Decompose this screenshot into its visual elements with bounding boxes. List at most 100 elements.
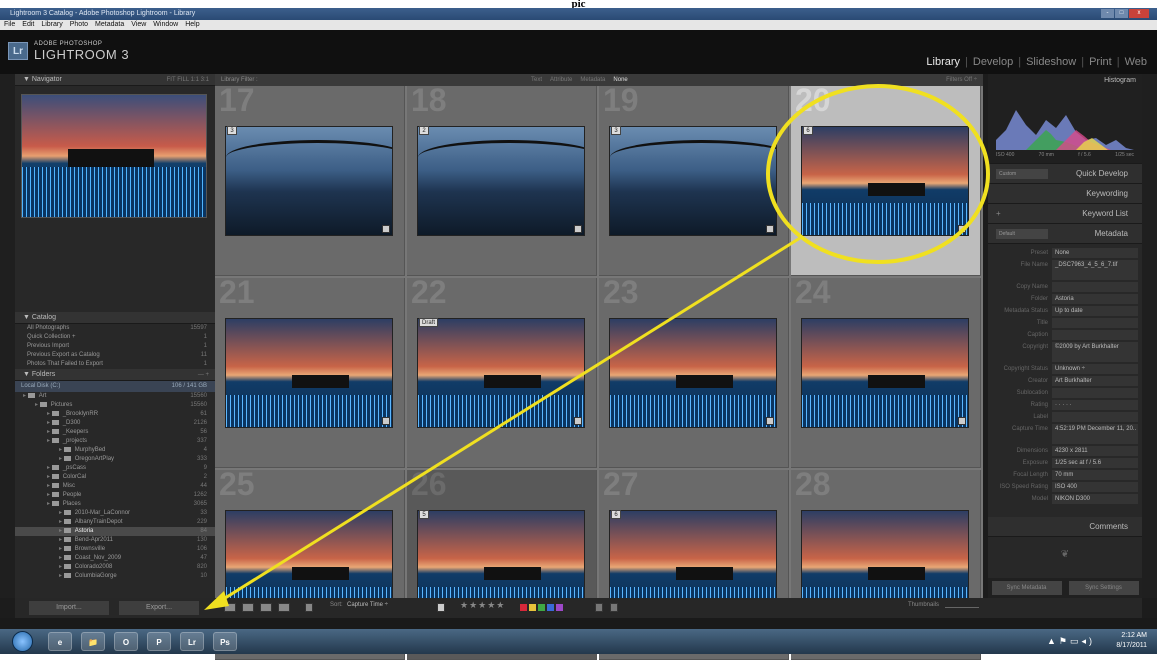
menu-view[interactable]: View	[131, 20, 146, 30]
taskbar-app-button[interactable]: e	[48, 632, 72, 651]
filters-off-select[interactable]: Filters Off ÷	[946, 74, 977, 86]
metadata-value[interactable]: 70 mm	[1052, 470, 1138, 480]
add-keyword-icon[interactable]: +	[996, 204, 1001, 224]
folder-item[interactable]: ▸ People 1262	[15, 491, 215, 500]
metadata-value[interactable]: · · · · ·	[1052, 400, 1138, 410]
tray-icons[interactable]: ▲⚑▭◂)	[1047, 636, 1095, 647]
photo-thumbnail[interactable]	[609, 126, 777, 236]
metadata-header[interactable]: Default Metadata	[988, 224, 1142, 244]
photo-thumbnail[interactable]	[417, 318, 585, 428]
metadata-value[interactable]: 4230 x 2811	[1052, 446, 1138, 456]
histogram-title[interactable]: Histogram	[1104, 77, 1136, 84]
folders-controls[interactable]: — +	[198, 369, 209, 381]
metadata-value[interactable]	[1052, 388, 1138, 398]
catalog-item[interactable]: Previous Import 1	[15, 342, 215, 351]
grid-cell[interactable]: 23	[599, 278, 789, 468]
photo-thumbnail[interactable]	[801, 318, 969, 428]
rotate-left-icon[interactable]	[595, 603, 603, 612]
folder-item[interactable]: ▸ Colorado2008 820	[15, 563, 215, 572]
module-library[interactable]: Library	[926, 56, 960, 68]
photo-thumbnail[interactable]	[417, 126, 585, 236]
grid-cell[interactable]: 21	[215, 278, 405, 468]
keywording-header[interactable]: Keywording	[988, 184, 1142, 204]
grid-cell[interactable]: 24	[791, 278, 981, 468]
metadata-badge-icon[interactable]	[958, 225, 966, 233]
grid-cell[interactable]: 17 3	[215, 86, 405, 276]
filter-tab-attribute[interactable]: Attribute	[550, 74, 572, 86]
import-button[interactable]: Import...	[29, 601, 109, 615]
folder-item[interactable]: ▸ OregonArtPlay 333	[15, 455, 215, 464]
metadata-badge-icon[interactable]	[574, 225, 582, 233]
metadata-badge-icon[interactable]	[382, 225, 390, 233]
folder-item[interactable]: ▸ MurphyBed 4	[15, 446, 215, 455]
menu-metadata[interactable]: Metadata	[95, 20, 124, 30]
menu-help[interactable]: Help	[185, 20, 199, 30]
filter-tab-metadata[interactable]: Metadata	[580, 74, 605, 86]
metadata-value[interactable]: ©2009 by Art Burkhalter	[1052, 342, 1138, 362]
filter-tab-none[interactable]: None	[613, 74, 627, 86]
zoom-options[interactable]: FIT FILL 1:1 3:1	[167, 74, 209, 86]
color-label-swatch[interactable]	[529, 604, 536, 611]
catalog-item[interactable]: Previous Export as Catalog 11	[15, 351, 215, 360]
grid-cell[interactable]: 20 6	[791, 86, 981, 276]
navigator-header[interactable]: ▼ Navigator FIT FILL 1:1 3:1	[15, 74, 215, 86]
photo-thumbnail[interactable]	[801, 126, 969, 236]
painter-icon[interactable]	[305, 603, 313, 612]
quick-develop-header[interactable]: Custom Quick Develop	[988, 164, 1142, 184]
local-disk[interactable]: Local Disk (C:) 106 / 141 GB	[15, 381, 215, 392]
sync-metadata-button[interactable]: Sync Metadata	[991, 581, 1062, 595]
loupe-view-icon[interactable]	[242, 603, 254, 612]
folder-item[interactable]: ▸ Misc 44	[15, 482, 215, 491]
start-button[interactable]	[12, 631, 33, 652]
taskbar-app-button[interactable]: P	[147, 632, 171, 651]
survey-view-icon[interactable]	[278, 603, 290, 612]
photo-thumbnail[interactable]	[609, 318, 777, 428]
module-print[interactable]: Print	[1089, 56, 1112, 68]
folder-item[interactable]: ▸ _psCass 9	[15, 464, 215, 473]
photo-thumbnail[interactable]	[225, 126, 393, 236]
metadata-value[interactable]	[1052, 330, 1138, 340]
menu-edit[interactable]: Edit	[22, 20, 34, 30]
metadata-value[interactable]: Unknown ÷	[1052, 364, 1138, 374]
folder-item[interactable]: ▸ Bend-Apr2011 130	[15, 536, 215, 545]
metadata-value[interactable]	[1052, 318, 1138, 328]
folder-item[interactable]: ▸ _projects 337	[15, 437, 215, 446]
folder-item[interactable]: ▸ _Keepers 56	[15, 428, 215, 437]
menu-file[interactable]: File	[4, 20, 15, 30]
photo-thumbnail[interactable]	[225, 318, 393, 428]
grid-cell[interactable]: 19 3	[599, 86, 789, 276]
folder-item[interactable]: ▸ _D300 2126	[15, 419, 215, 428]
close-button[interactable]: x	[1129, 9, 1149, 18]
taskbar-app-button[interactable]: 📁	[81, 632, 105, 651]
metadata-value[interactable]: ISO 400	[1052, 482, 1138, 492]
folder-item[interactable]: ▸ ColumbiaGorge 10	[15, 572, 215, 581]
sync-settings-button[interactable]: Sync Settings	[1068, 581, 1139, 595]
metadata-value[interactable]: NIKON D300	[1052, 494, 1138, 504]
folder-item[interactable]: ▸ _BrooklynRR 61	[15, 410, 215, 419]
filter-tab-text[interactable]: Text	[531, 74, 542, 86]
taskbar-app-button[interactable]: O	[114, 632, 138, 651]
metadata-badge-icon[interactable]	[574, 417, 582, 425]
module-develop[interactable]: Develop	[973, 56, 1013, 68]
maximize-button[interactable]: □	[1115, 9, 1128, 18]
folder-item[interactable]: ▸ Brownsville 106	[15, 545, 215, 554]
metadata-badge-icon[interactable]	[958, 417, 966, 425]
thumbnail-size-slider[interactable]	[945, 607, 979, 608]
quick-develop-preset[interactable]: Custom	[996, 169, 1048, 179]
compare-view-icon[interactable]	[260, 603, 272, 612]
sort-select[interactable]: Capture Time ÷	[347, 602, 388, 608]
metadata-value[interactable]: 1/25 sec at f / 5.6	[1052, 458, 1138, 468]
metadata-value[interactable]: None	[1052, 248, 1138, 258]
folder-item[interactable]: ▸ Coast_Nov_2009 47	[15, 554, 215, 563]
metadata-value[interactable]: Art Burkhalter	[1052, 376, 1138, 386]
metadata-value[interactable]: Astoria	[1052, 294, 1138, 304]
minimize-button[interactable]: -	[1101, 9, 1114, 18]
rating-stars[interactable]: ★★★★★	[460, 600, 505, 611]
metadata-value[interactable]	[1052, 412, 1138, 422]
folder-item[interactable]: ▸ ColorCal 2	[15, 473, 215, 482]
catalog-item[interactable]: Photos That Failed to Export 1	[15, 360, 215, 369]
folder-item[interactable]: ▸ Astoria 84	[15, 527, 215, 536]
metadata-preset-select[interactable]: Default	[996, 229, 1048, 239]
metadata-value[interactable]: _DSC7963_4_5_6_7.tif	[1052, 260, 1138, 280]
keyword-list-header[interactable]: + Keyword List	[988, 204, 1142, 224]
